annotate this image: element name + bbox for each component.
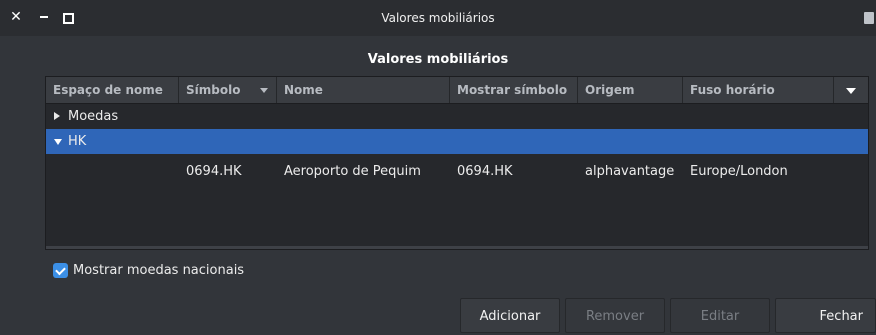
- column-menu-button[interactable]: [834, 77, 868, 103]
- table-row[interactable]: 0694.HK Aeroporto de Pequim 0694.HK alph…: [46, 157, 868, 187]
- add-button[interactable]: Adicionar: [460, 298, 560, 333]
- checkbox-label: Mostrar moedas nacionais: [73, 263, 245, 278]
- column-header-symbol[interactable]: Símbolo: [179, 77, 277, 103]
- column-header-label: Origem: [585, 83, 635, 97]
- column-header-label: Nome: [284, 83, 323, 97]
- column-header-source[interactable]: Origem: [578, 77, 683, 103]
- edit-button[interactable]: Editar: [670, 298, 770, 333]
- securities-table[interactable]: Espaço de nome Símbolo Nome Mostrar símb…: [45, 76, 869, 250]
- collapse-arrow-icon[interactable]: [54, 139, 62, 145]
- group-row-moedas[interactable]: Moedas: [46, 104, 868, 129]
- column-header-label: Espaço de nome: [53, 83, 163, 97]
- cell-name: Aeroporto de Pequim: [284, 164, 421, 179]
- expand-arrow-icon[interactable]: [54, 112, 60, 120]
- horizontal-scrollbar[interactable]: [46, 246, 868, 249]
- chevron-down-icon: [846, 88, 856, 94]
- cell-display-symbol: 0694.HK: [457, 164, 513, 179]
- cell-symbol: 0694.HK: [186, 164, 242, 179]
- title-bar: ✕ Valores mobiliários: [0, 0, 876, 36]
- table-header: Espaço de nome Símbolo Nome Mostrar símb…: [46, 77, 868, 104]
- group-row-hk[interactable]: HK: [46, 129, 868, 154]
- securities-dialog-window: ✕ Valores mobiliários Valores mobiliário…: [0, 0, 876, 335]
- sort-descending-icon: [260, 88, 268, 93]
- window-title: Valores mobiliários: [381, 11, 495, 25]
- close-button[interactable]: Fechar: [775, 298, 876, 333]
- column-header-name[interactable]: Nome: [277, 77, 450, 103]
- column-header-namespace[interactable]: Espaço de nome: [46, 77, 179, 103]
- app-icon: [864, 12, 874, 24]
- cell-timezone: Europe/London: [690, 164, 788, 179]
- column-header-timezone[interactable]: Fuso horário: [683, 77, 834, 103]
- group-label: HK: [68, 134, 87, 149]
- checkbox-checked-icon[interactable]: [53, 263, 68, 278]
- dialog-heading: Valores mobiliários: [367, 52, 509, 67]
- column-header-display-symbol[interactable]: Mostrar símbolo: [450, 77, 578, 103]
- column-header-label: Mostrar símbolo: [457, 83, 568, 97]
- column-header-label: Fuso horário: [690, 83, 775, 97]
- column-header-label: Símbolo: [186, 83, 241, 97]
- remove-button[interactable]: Remover: [565, 298, 665, 333]
- group-label: Moedas: [68, 109, 119, 124]
- cell-source: alphavantage: [585, 164, 675, 179]
